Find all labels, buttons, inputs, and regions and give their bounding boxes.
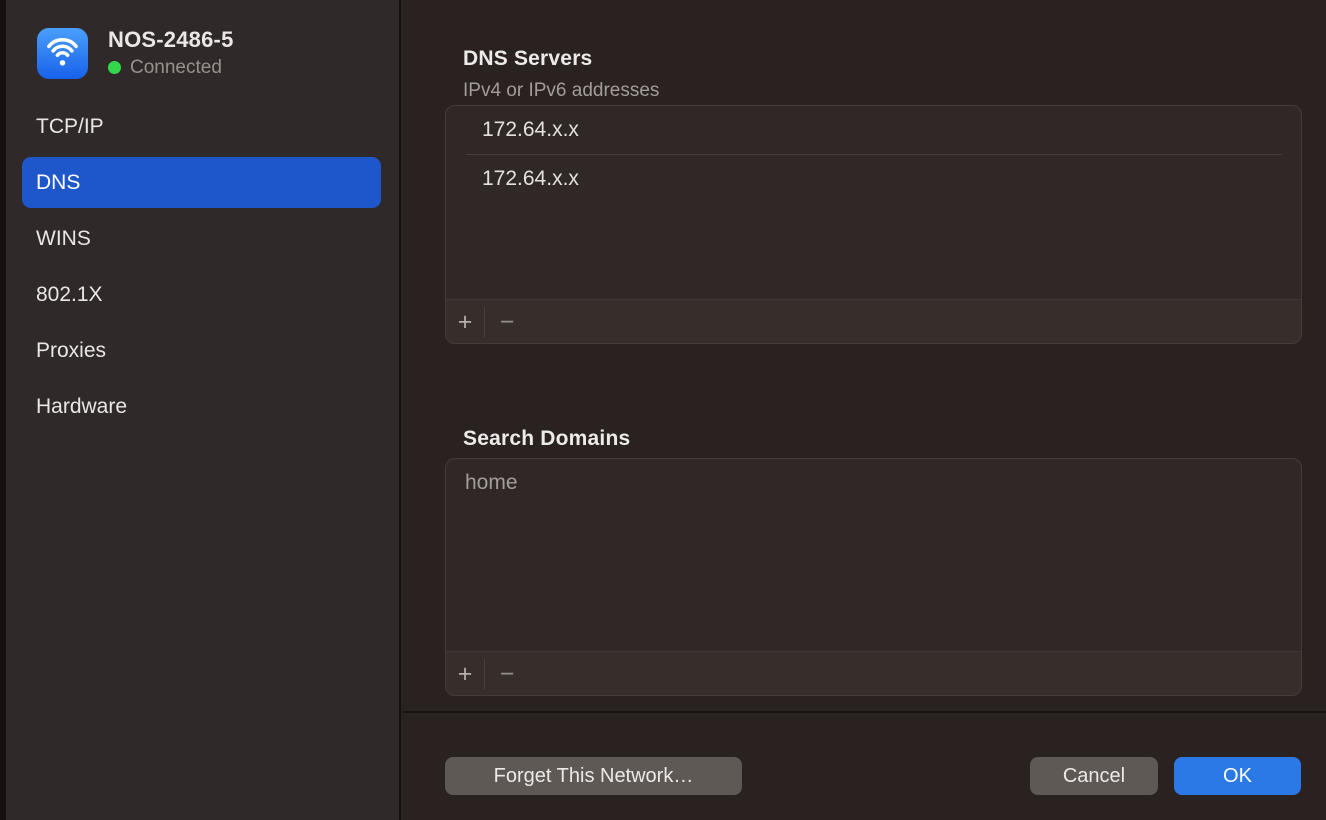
search-domain-value: home — [465, 471, 518, 495]
remove-dns-server-button minus-icon[interactable]: − — [485, 300, 529, 344]
dns-servers-toolbar: + − — [446, 299, 1301, 343]
sidebar-item-label: 802.1X — [36, 283, 103, 307]
sidebar-item-tcpip[interactable]: TCP/IP — [22, 101, 381, 152]
search-domains-toolbar: + − — [446, 651, 1301, 695]
connected-dot-icon — [108, 61, 121, 74]
forget-network-button[interactable]: Forget This Network… — [445, 757, 742, 795]
sidebar-menu: TCP/IP DNS WINS 802.1X Proxies Hardware — [22, 101, 381, 437]
add-dns-server-button plus-icon[interactable]: + — [446, 300, 484, 344]
network-status: Connected — [108, 57, 234, 79]
sidebar-item-dns[interactable]: DNS — [22, 157, 381, 208]
search-domains-list: home + − — [445, 458, 1302, 696]
sidebar-item-label: Hardware — [36, 395, 127, 419]
sidebar-item-label: TCP/IP — [36, 115, 104, 139]
sidebar-item-proxies[interactable]: Proxies — [22, 325, 381, 376]
dns-servers-subtitle: IPv4 or IPv6 addresses — [463, 80, 659, 102]
cancel-button[interactable]: Cancel — [1030, 757, 1158, 795]
remove-search-domain-button minus-icon[interactable]: − — [485, 652, 529, 696]
sidebar-item-8021x[interactable]: 802.1X — [22, 269, 381, 320]
sidebar-item-label: DNS — [36, 171, 80, 195]
dns-server-row[interactable]: 172.64.x.x — [446, 106, 1301, 154]
network-header: NOS-2486-5 Connected — [37, 27, 234, 79]
search-domains-title: Search Domains — [463, 427, 630, 451]
network-meta: NOS-2486-5 Connected — [108, 28, 234, 79]
sidebar: NOS-2486-5 Connected TCP/IP DNS WINS 802… — [6, 0, 401, 820]
wifi-icon — [37, 28, 88, 79]
network-name: NOS-2486-5 — [108, 28, 234, 52]
add-search-domain-button plus-icon[interactable]: + — [446, 652, 484, 696]
sidebar-item-wins[interactable]: WINS — [22, 213, 381, 264]
sidebar-item-label: Proxies — [36, 339, 106, 363]
sidebar-item-hardware[interactable]: Hardware — [22, 381, 381, 432]
wifi-details-window: NOS-2486-5 Connected TCP/IP DNS WINS 802… — [0, 0, 1326, 820]
ok-button[interactable]: OK — [1174, 757, 1301, 795]
footer-divider — [403, 711, 1326, 713]
dns-server-row[interactable]: 172.64.x.x — [446, 155, 1301, 203]
content-pane: DNS Servers IPv4 or IPv6 addresses 172.6… — [403, 0, 1326, 820]
sidebar-item-label: WINS — [36, 227, 91, 251]
dns-servers-list: 172.64.x.x 172.64.x.x + − — [445, 105, 1302, 344]
dns-servers-title: DNS Servers — [463, 47, 592, 71]
search-domain-row[interactable]: home — [446, 459, 1301, 507]
network-status-label: Connected — [130, 57, 222, 79]
dns-server-value: 172.64.x.x — [482, 118, 579, 142]
dns-server-value: 172.64.x.x — [482, 167, 579, 191]
